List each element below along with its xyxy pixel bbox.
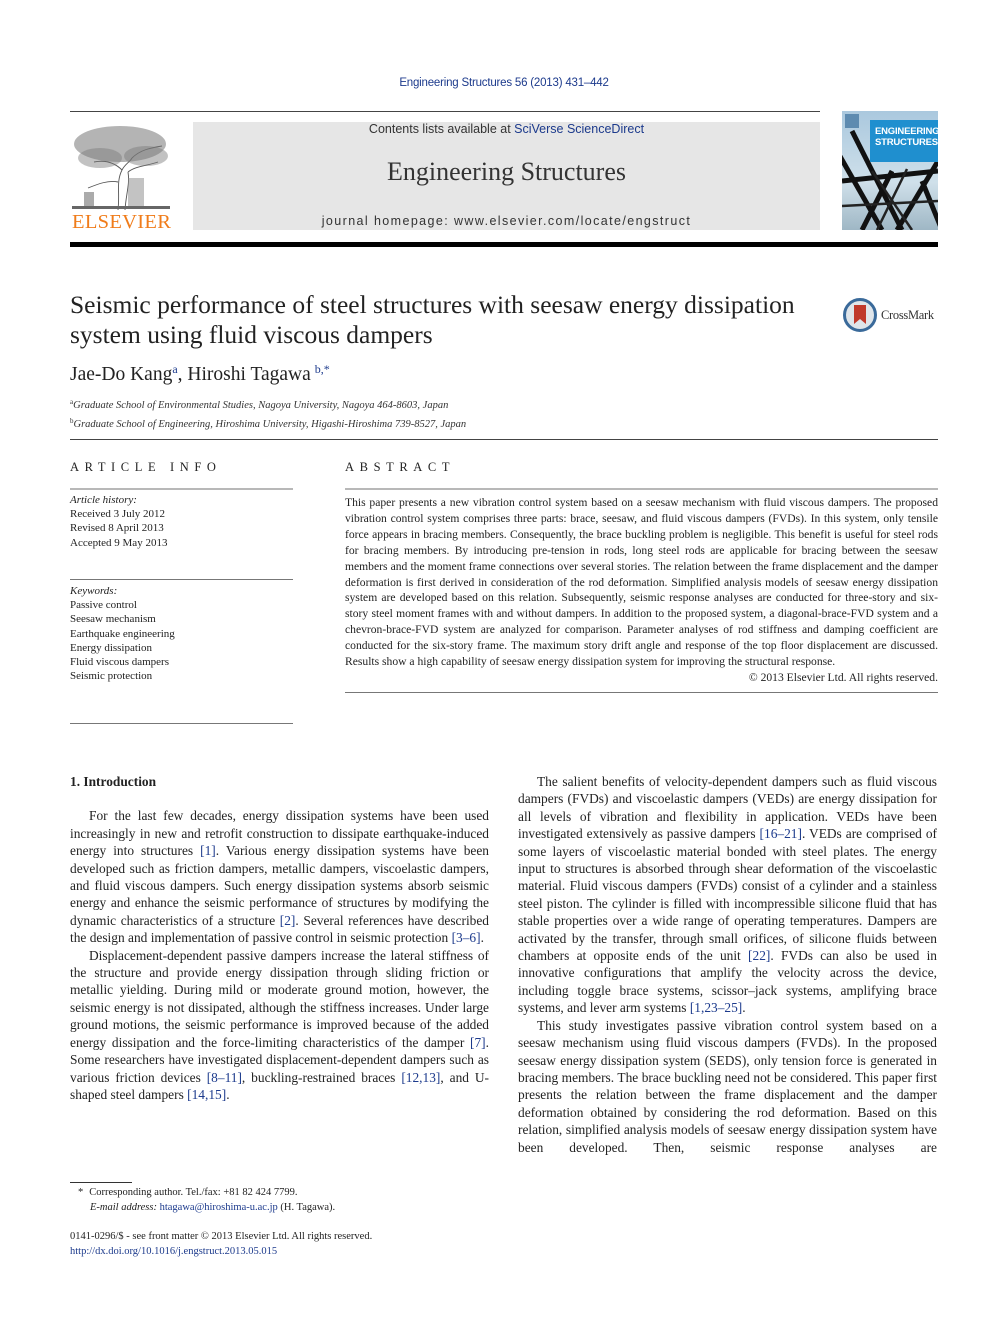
elsevier-logo[interactable]: ELSEVIER — [70, 122, 172, 234]
body-text: . — [742, 1000, 746, 1016]
article-history: Article history: Received 3 July 2012 Re… — [70, 490, 293, 579]
author-name[interactable]: Hiroshi Tagawa — [187, 364, 310, 385]
author-separator: , — [177, 364, 188, 385]
citation-link[interactable]: [2] — [280, 913, 296, 928]
history-item: Received 3 July 2012 — [70, 508, 166, 521]
tree-icon — [72, 126, 170, 211]
body-text: Displacement-dependent passive dampers i… — [70, 947, 489, 1050]
citation-link[interactable]: [14,15] — [187, 1087, 226, 1102]
keyword-item: Passive control — [70, 599, 137, 612]
corresponding-author-note: * Corresponding author. Tel./fax: +81 82 … — [78, 1185, 335, 1200]
sciencedirect-link[interactable]: SciVerse ScienceDirect — [514, 122, 644, 136]
journal-name: Engineering Structures — [387, 157, 626, 186]
doi-link[interactable]: http://dx.doi.org/10.1016/j.engstruct.20… — [70, 1245, 372, 1260]
citation-link[interactable]: [1,23–25] — [690, 1000, 742, 1015]
contents-line: Contents lists available at SciVerse Sci… — [193, 122, 820, 136]
article-title: Seismic performance of steel structures … — [70, 290, 795, 349]
citation-link[interactable]: [8–11] — [207, 1070, 242, 1085]
body-column-left: 1. Introduction For the last few decades… — [70, 773, 489, 1103]
citation-link[interactable]: [12,13] — [401, 1070, 440, 1085]
abstract-heading: ABSTRACT — [345, 460, 456, 474]
homepage-link[interactable]: www.elsevier.com/locate/engstruct — [454, 214, 691, 228]
header-rule — [70, 111, 820, 112]
divider — [70, 723, 293, 724]
affiliation-text: Graduate School of Environmental Studies… — [73, 400, 449, 411]
email-note: E-mail address: htagawa@hiroshima-u.ac.j… — [78, 1200, 335, 1215]
history-item: Accepted 9 May 2013 — [70, 536, 168, 549]
keyword-item: Seismic protection — [70, 670, 153, 683]
author-affil-mark[interactable]: b,* — [315, 362, 330, 376]
email-link[interactable]: htagawa@hiroshima-u.ac.jp — [160, 1202, 278, 1213]
affiliations: aGraduate School of Environmental Studie… — [70, 395, 466, 432]
email-label: E-mail address: — [90, 1202, 157, 1213]
body-text: , buckling-restrained braces — [241, 1069, 402, 1085]
cover-publisher-badge — [845, 114, 859, 128]
crossmark-icon — [843, 298, 877, 332]
front-matter-text: 0141-0296/$ - see front matter © 2013 El… — [70, 1231, 373, 1242]
affiliation-item: aGraduate School of Environmental Studie… — [70, 395, 466, 414]
keywords: Keywords: Passive control Seesaw mechani… — [70, 580, 293, 723]
body-text: . — [480, 930, 484, 946]
cover-title-line1: ENGINEERING — [875, 126, 938, 137]
journal-masthead: Contents lists available at SciVerse Sci… — [193, 122, 820, 230]
footnotes: * Corresponding author. Tel./fax: +81 82 … — [78, 1185, 335, 1215]
body-paragraph: For the last few decades, energy dissipa… — [70, 807, 489, 946]
abstract-text: This paper presents a new vibration cont… — [345, 496, 938, 669]
body-text: . VEDs are comprised of some layers of v… — [518, 826, 937, 964]
abstract-panel: This paper presents a new vibration cont… — [345, 488, 938, 693]
affiliation-text: Graduate School of Engineering, Hiroshim… — [73, 418, 467, 430]
contents-prefix: Contents lists available at — [368, 122, 515, 136]
author-name[interactable]: Jae-Do Kang — [70, 364, 172, 385]
keyword-item: Seesaw mechanism — [70, 613, 156, 626]
citation-link[interactable]: [22] — [748, 948, 770, 963]
article-info-panel: Article history: Received 3 July 2012 Re… — [70, 488, 293, 724]
footnote-rule — [70, 1182, 132, 1183]
cover-title: ENGINEERING STRUCTURES — [870, 120, 938, 162]
body-text: . — [226, 1086, 230, 1102]
body-paragraph: The salient benefits of velocity-depende… — [518, 773, 937, 1017]
citation-link[interactable]: [7] — [470, 1035, 486, 1050]
keywords-label: Keywords: — [70, 585, 118, 597]
asterisk-mark: * — [78, 1187, 84, 1198]
divider — [345, 691, 938, 693]
cover-title-line2: STRUCTURES — [875, 137, 938, 148]
body-paragraph: This study investigates passive vibratio… — [518, 1017, 937, 1156]
citation-link[interactable]: [1] — [200, 843, 216, 858]
body-column-right: The salient benefits of velocity-depende… — [518, 773, 937, 1156]
body-text: This study investigates passive vibratio… — [518, 1017, 937, 1155]
keyword-item: Earthquake engineering — [70, 627, 175, 640]
crossmark-label: CrossMark — [881, 308, 934, 322]
affiliation-item: bGraduate School of Engineering, Hiroshi… — [70, 414, 466, 433]
running-head[interactable]: Engineering Structures 56 (2013) 431–442 — [0, 77, 992, 89]
keyword-item: Fluid viscous dampers — [70, 656, 169, 669]
journal-cover-image[interactable]: ENGINEERING STRUCTURES — [842, 111, 938, 230]
history-item: Revised 8 April 2013 — [70, 522, 164, 535]
front-matter: 0141-0296/$ - see front matter © 2013 El… — [70, 1230, 372, 1259]
history-label: Article history: — [70, 494, 137, 506]
divider — [345, 488, 938, 490]
corresponding-text: Corresponding author. Tel./fax: +81 82 4… — [89, 1187, 298, 1198]
elsevier-wordmark: ELSEVIER — [72, 211, 172, 233]
body-paragraph: Displacement-dependent passive dampers i… — [70, 947, 489, 1104]
keyword-item: Energy dissipation — [70, 641, 152, 654]
masthead-thick-rule — [70, 242, 938, 247]
email-suffix: (H. Tagawa). — [277, 1202, 336, 1213]
article-info-heading: ARTICLE INFO — [70, 460, 222, 474]
title-block-rule — [70, 439, 938, 440]
homepage-prefix: journal homepage: — [321, 214, 454, 228]
crossmark-button[interactable]: CrossMark — [843, 298, 943, 334]
section-heading: 1. Introduction — [70, 774, 157, 789]
citation-link[interactable]: [16–21] — [760, 826, 802, 841]
abstract-copyright: © 2013 Elsevier Ltd. All rights reserved… — [748, 670, 938, 684]
homepage-line: journal homepage: www.elsevier.com/locat… — [193, 214, 820, 228]
author-list: Jae-Do Kanga, Hiroshi Tagawa b,* — [70, 362, 330, 386]
citation-link[interactable]: [3–6] — [452, 930, 481, 945]
